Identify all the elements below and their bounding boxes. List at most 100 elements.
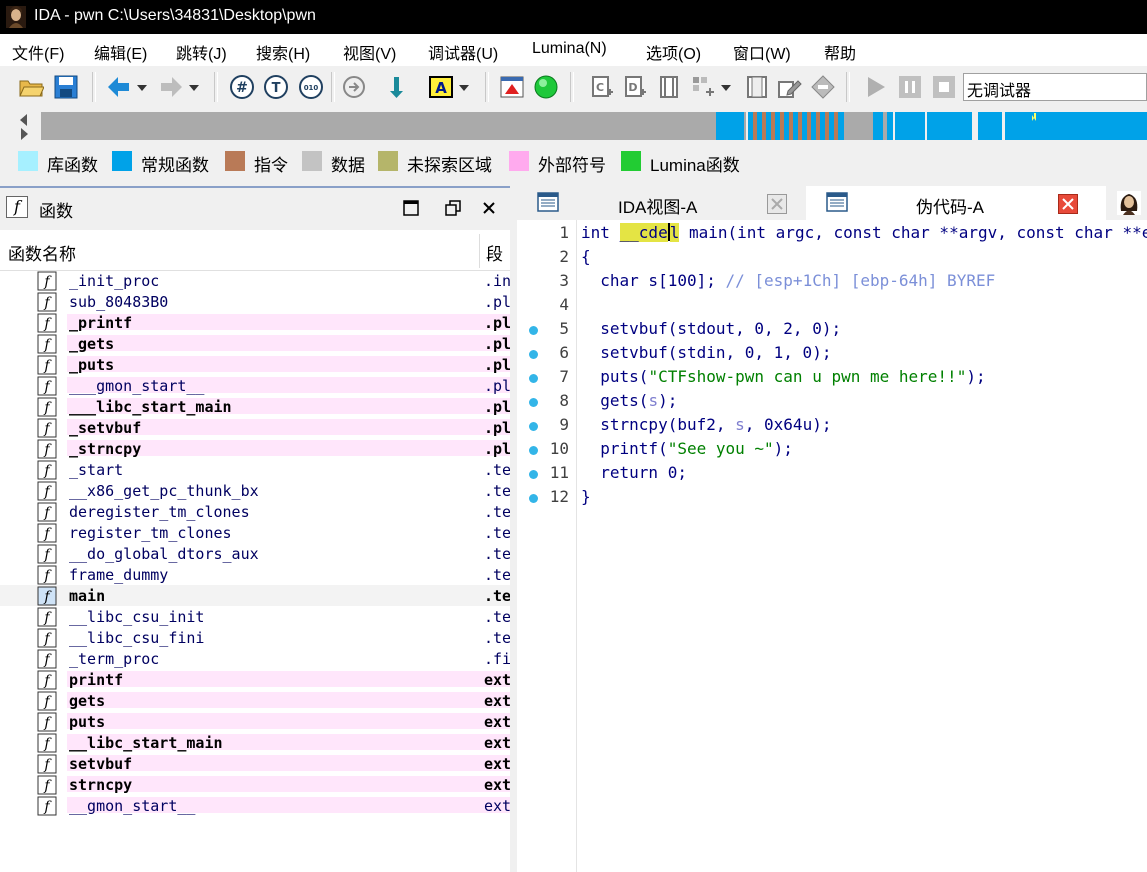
close-icon[interactable]	[482, 201, 496, 215]
function-row[interactable]: f _init_proc .init	[0, 270, 510, 291]
float-window-icon[interactable]	[445, 200, 461, 216]
function-row[interactable]: f __x86_get_pc_thunk_bx .text	[0, 480, 510, 501]
function-row[interactable]: fgets extern	[0, 690, 510, 711]
function-row[interactable]: f __libc_start_main extern	[0, 732, 510, 753]
function-row[interactable]: f sub_80483B0 .plt	[0, 291, 510, 312]
function-row[interactable]: f __do_global_dtors_aux .text	[0, 543, 510, 564]
binary-view-icon[interactable]: 010	[298, 74, 324, 100]
panel-splitter[interactable]	[510, 186, 517, 872]
function-row[interactable]: f _printf .plt	[0, 312, 510, 333]
menu-help[interactable]: 帮助	[824, 40, 856, 64]
menu-search[interactable]: 搜索(H)	[256, 40, 310, 64]
function-row[interactable]: f _gets .plt	[0, 333, 510, 354]
function-name: _puts	[69, 356, 115, 374]
avatar-icon[interactable]	[1117, 191, 1141, 215]
navigation-band[interactable]	[41, 112, 1147, 140]
menu-view[interactable]: 视图(V)	[343, 40, 396, 64]
function-row[interactable]: f _strncpy .plt	[0, 438, 510, 459]
pause-icon[interactable]	[897, 74, 923, 100]
function-name: __libc_csu_fini	[69, 629, 205, 647]
back-dropdown-icon[interactable]	[135, 74, 149, 100]
code-line[interactable]: {	[581, 247, 591, 266]
nav-band-arrows-icon[interactable]	[17, 111, 31, 141]
column-segment[interactable]: 段	[486, 240, 503, 265]
menu-options[interactable]: 选项(O)	[646, 40, 701, 64]
create-code-icon[interactable]: C	[589, 74, 615, 100]
breakpoint-dot[interactable]	[529, 422, 538, 431]
breakpoint-dot[interactable]	[529, 470, 538, 479]
code-line[interactable]: strncpy(buf2, s, 0x64u);	[581, 415, 831, 434]
forward-arrow-icon[interactable]	[158, 74, 184, 100]
back-arrow-icon[interactable]	[106, 74, 132, 100]
create-struct-icon[interactable]	[656, 74, 682, 100]
line-number: 3	[559, 271, 569, 290]
step-into-icon[interactable]	[385, 74, 411, 100]
menu-edit[interactable]: 编辑(E)	[94, 40, 147, 64]
code-line[interactable]: setvbuf(stdin, 0, 1, 0);	[581, 343, 831, 362]
green-circle-icon[interactable]	[533, 74, 559, 100]
run-icon[interactable]	[863, 74, 889, 100]
menu-debugger[interactable]: 调试器(U)	[428, 40, 498, 64]
function-row[interactable]: f __libc_csu_init .text	[0, 606, 510, 627]
pseudocode-view[interactable]: 1 2 3 4 5 6 7 8 9 10 11 12 int __cde l ma…	[517, 220, 1147, 872]
breakpoint-dot[interactable]	[529, 398, 538, 407]
function-row[interactable]: f _term_proc .fini	[0, 648, 510, 669]
menu-jump[interactable]: 跳转(J)	[176, 40, 227, 64]
external-jump-icon[interactable]	[341, 74, 367, 100]
breakpoint-dot[interactable]	[529, 494, 538, 503]
open-folder-icon[interactable]	[18, 74, 44, 100]
function-row[interactable]: f _puts .plt	[0, 354, 510, 375]
stop-icon[interactable]	[931, 74, 957, 100]
function-row[interactable]: f __gmon_start__ extern	[0, 795, 510, 816]
edit-pencil-icon[interactable]	[776, 74, 802, 100]
forward-dropdown-icon[interactable]	[187, 74, 201, 100]
hex-view-icon[interactable]: #	[229, 74, 255, 100]
breakpoint-dot[interactable]	[529, 374, 538, 383]
code-line[interactable]: }	[581, 487, 591, 506]
tab-close-icon[interactable]	[767, 194, 787, 214]
tab-ida-view-a[interactable]: IDA视图-A	[517, 186, 804, 220]
create-data-icon[interactable]: D	[622, 74, 648, 100]
function-row[interactable]: f register_tm_clones .text	[0, 522, 510, 543]
breakpoint-dot[interactable]	[529, 446, 538, 455]
column-function-name[interactable]: 函数名称	[8, 240, 76, 265]
function-row[interactable]: f setvbuf extern	[0, 753, 510, 774]
name-dropdown-icon[interactable]	[457, 74, 471, 100]
bookmark-icon[interactable]	[744, 74, 770, 100]
column-divider[interactable]	[479, 234, 480, 268]
code-line[interactable]: printf("See you ~");	[581, 439, 793, 458]
code-line[interactable]: setvbuf(stdout, 0, 2, 0);	[581, 319, 841, 338]
maximize-icon[interactable]	[403, 200, 419, 216]
function-row[interactable]: f ___gmon_start__ .plt	[0, 375, 510, 396]
function-row[interactable]: f _setvbuf .plt	[0, 417, 510, 438]
function-row[interactable]: f strncpy extern	[0, 774, 510, 795]
function-row[interactable]: f frame_dummy .text	[0, 564, 510, 585]
code-line[interactable]: puts("CTFshow-pwn can u pwn me here!!");	[581, 367, 985, 386]
menu-windows[interactable]: 窗口(W)	[733, 40, 791, 64]
function-row[interactable]: f __libc_csu_fini .text	[0, 627, 510, 648]
menu-file[interactable]: 文件(F)	[12, 40, 64, 64]
array-dropdown-icon[interactable]	[719, 74, 733, 100]
breakpoint-dot[interactable]	[529, 326, 538, 335]
code-line[interactable]: return 0;	[581, 463, 687, 482]
code-line[interactable]: gets(s);	[581, 391, 677, 410]
function-row[interactable]: f ___libc_start_main .plt	[0, 396, 510, 417]
graph-overview-icon[interactable]	[499, 74, 525, 100]
function-row[interactable]: fprintf extern	[0, 669, 510, 690]
tab-close-icon[interactable]	[1058, 194, 1078, 214]
name-icon[interactable]: A	[428, 74, 454, 100]
menu-lumina[interactable]: Lumina(N)	[532, 40, 607, 58]
function-row[interactable]: f _start .text	[0, 459, 510, 480]
code-line[interactable]: char s[100]; // [esp+1Ch] [ebp-64h] BYRE…	[581, 271, 995, 290]
function-row[interactable]: fputs extern	[0, 711, 510, 732]
undefine-icon[interactable]	[810, 74, 836, 100]
function-row[interactable]: f deregister_tm_clones .text	[0, 501, 510, 522]
debugger-select[interactable]: 无调试器	[963, 73, 1147, 101]
breakpoint-dot[interactable]	[529, 350, 538, 359]
code-line[interactable]: int __cde l main(int argc, const char **a…	[581, 223, 1147, 242]
save-icon[interactable]	[53, 74, 79, 100]
text-view-icon[interactable]: T	[263, 74, 289, 100]
create-array-icon[interactable]	[690, 74, 716, 100]
function-row-selected[interactable]: fmain .text	[0, 585, 510, 606]
tab-pseudocode-a[interactable]: 伪代码-A	[806, 186, 1106, 220]
